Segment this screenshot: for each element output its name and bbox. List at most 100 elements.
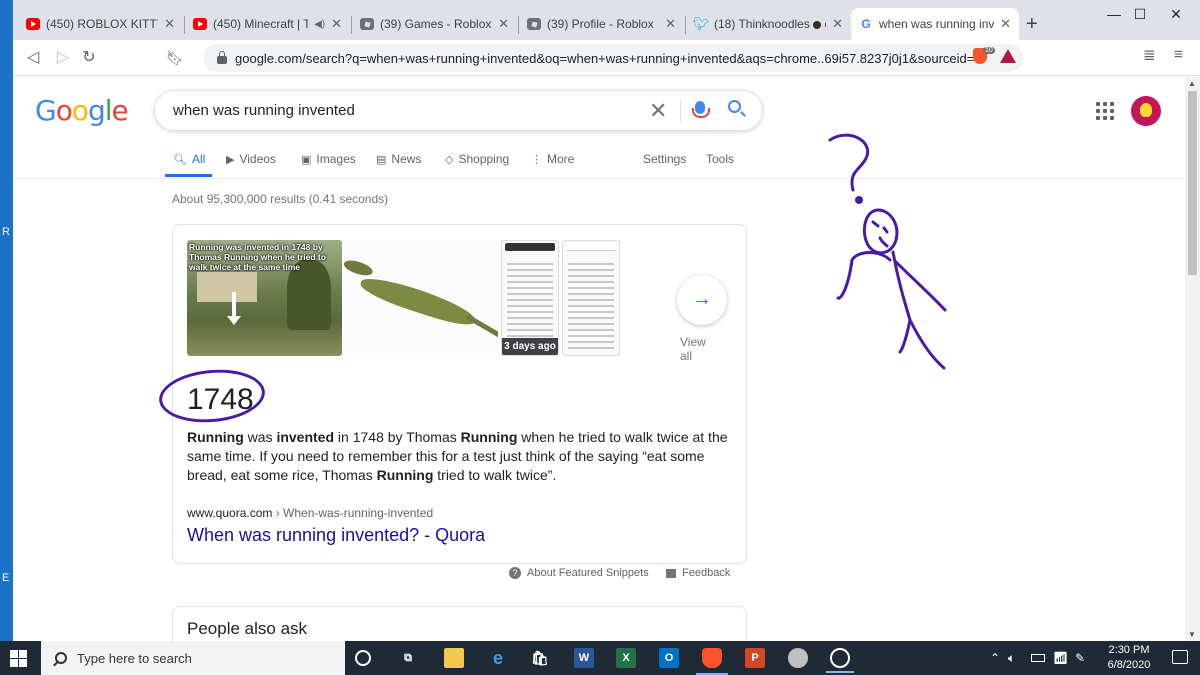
tab-tools[interactable]: Tools (706, 152, 734, 166)
source-citation[interactable]: www.quora.com › When-was-running-invente… (187, 506, 433, 520)
featured-snippet: Running was invented in 1748 by Thomas R… (156, 224, 747, 564)
network-icon[interactable]: 📶︎ (1053, 651, 1068, 665)
excel-icon[interactable]: X (616, 648, 636, 668)
roblox-icon (527, 18, 541, 30)
snippet-keyword: Running (376, 467, 434, 483)
tab-more[interactable]: ⋮ More (531, 152, 574, 166)
view-all-link[interactable]: View all (680, 335, 706, 363)
store-icon[interactable]: 🛍︎ (530, 648, 550, 668)
bookmark-icon[interactable]: 🔖︎ (163, 46, 187, 70)
scroll-up-icon[interactable]: ▲ (1188, 79, 1196, 88)
menu-icon[interactable]: ≡ (1174, 46, 1183, 63)
new-tab-button[interactable]: + (1026, 14, 1038, 34)
pen-icon[interactable]: ✎ (1075, 651, 1085, 665)
volume-icon[interactable]: 🔈︎ (1008, 651, 1015, 666)
apps-grid-icon[interactable] (1096, 102, 1114, 120)
help-icon: ? (509, 567, 521, 579)
word-icon[interactable]: W (574, 648, 594, 668)
windows-taskbar: Type here to search ⧉ e 🛍︎ W X O P ⌃ 🔈︎ … (0, 641, 1200, 675)
cortana-icon[interactable] (355, 650, 371, 666)
screenshot-thumbnail[interactable] (562, 240, 620, 356)
snippet-keyword: Running (187, 429, 244, 445)
scrollbar-thumb[interactable] (1188, 91, 1197, 275)
close-icon[interactable]: ✕ (498, 16, 509, 32)
snippet-run: in 1748 by Thomas (334, 429, 461, 445)
arrow-right-icon[interactable]: → (677, 275, 727, 325)
playlist-icon[interactable]: ≣ (1143, 46, 1156, 64)
avatar[interactable] (1131, 96, 1161, 126)
taskbar-search[interactable]: Type here to search (41, 641, 345, 675)
feedback-link[interactable]: Feedback (666, 567, 730, 579)
about-featured-snippets[interactable]: ? About Featured Snippets (509, 567, 649, 579)
thumbnail-caption: Running was invented in 1748 by Thomas R… (189, 242, 326, 272)
result-stats: About 95,300,000 results (0.41 seconds) (172, 192, 389, 206)
desktop-letter: R (2, 226, 10, 238)
tab-images[interactable]: ▣ Images (301, 152, 356, 166)
tab-settings[interactable]: Settings (643, 152, 686, 166)
tab-roblox-kitty[interactable]: (450) ROBLOX KITTY CHA ✕ (18, 8, 183, 40)
tab-google-search[interactable]: G when was running invent ✕ (851, 8, 1019, 40)
powerpoint-icon[interactable]: P (745, 648, 765, 668)
search-icon: 🔍︎ (173, 153, 187, 166)
tab-label: (450) ROBLOX KITTY CHA (46, 17, 158, 31)
tab-label: when was running invent (879, 17, 995, 31)
google-logo[interactable]: Google (35, 94, 129, 127)
url-text[interactable]: google.com/search?q=when+was+running+inv… (235, 51, 975, 66)
scrollbar[interactable]: ▲ ▼ (1185, 77, 1200, 641)
close-icon[interactable]: ✕ (331, 16, 342, 32)
task-view-icon[interactable]: ⧉ (398, 648, 418, 668)
tag-icon: ◇ (445, 153, 454, 166)
close-icon[interactable]: ✕ (665, 16, 676, 32)
search-box[interactable]: when was running invented ✕ (154, 90, 763, 131)
feedback-icon (666, 568, 676, 578)
show-hidden-icons[interactable]: ⌃ (990, 651, 1000, 665)
tab-all[interactable]: 🔍︎ All (173, 152, 205, 166)
google-icon: G (861, 17, 871, 31)
clear-icon[interactable]: ✕ (649, 98, 667, 124)
tab-news[interactable]: ▤ News (376, 152, 421, 166)
tab-roblox-profile[interactable]: (39) Profile - Roblox ✕ (519, 8, 684, 40)
active-tab-indicator (165, 174, 212, 177)
start-button[interactable] (10, 650, 27, 667)
taskbar-clock[interactable]: 2:30 PM 6/8/2020 (1094, 643, 1164, 673)
file-explorer-icon[interactable] (444, 648, 464, 668)
close-window-button[interactable]: ✕ (1153, 6, 1199, 23)
close-icon[interactable]: ✕ (832, 16, 843, 32)
thumbnail-image[interactable]: Running was invented in 1748 by Thomas R… (187, 240, 342, 356)
people-also-ask-heading: People also ask (187, 619, 308, 638)
forward-button[interactable]: ▷ (51, 46, 75, 70)
tab-videos[interactable]: ▶ Videos (226, 152, 276, 166)
close-icon[interactable]: ✕ (1000, 16, 1011, 32)
desktop-edge: R E (0, 0, 13, 641)
tab-label: (450) Minecraft | TRA (213, 17, 309, 31)
reload-button[interactable]: ↻ (77, 46, 101, 70)
brave-browser-icon[interactable] (696, 648, 728, 675)
brave-rewards-icon[interactable] (1000, 49, 1016, 63)
taskbar-search-placeholder[interactable]: Type here to search (77, 651, 192, 666)
lizard-thumbnail[interactable] (344, 240, 498, 356)
close-icon[interactable]: ✕ (164, 16, 175, 32)
result-link[interactable]: When was running invented? - Quora (187, 525, 485, 546)
clock-date: 6/8/2020 (1107, 659, 1151, 671)
snippet-text: Running was invented in 1748 by Thomas R… (187, 428, 732, 485)
paint-icon[interactable] (788, 648, 808, 668)
tab-roblox-games[interactable]: (39) Games - Roblox ✕ (352, 8, 517, 40)
back-button[interactable]: ◁ (21, 46, 45, 70)
tab-shopping[interactable]: ◇ Shopping (445, 152, 509, 166)
tab-minecraft[interactable]: (450) Minecraft | TRA ◀) ✕ (185, 8, 350, 40)
clock-time: 2:30 PM (1108, 644, 1150, 656)
scroll-down-icon[interactable]: ▼ (1188, 630, 1196, 639)
notification-icon[interactable] (1172, 650, 1188, 664)
edge-icon[interactable]: e (488, 648, 508, 668)
search-icon[interactable] (728, 100, 741, 113)
battery-icon[interactable] (1031, 654, 1045, 662)
desktop-letter: E (2, 572, 10, 584)
outlook-icon[interactable]: O (659, 648, 679, 668)
address-bar[interactable]: google.com/search?q=when+was+running+inv… (203, 44, 1023, 72)
screenshot-thumbnail[interactable]: 3 days ago (501, 240, 559, 356)
microphone-icon[interactable] (692, 101, 710, 118)
snippet-keyword: Running (460, 429, 518, 445)
search-input[interactable]: when was running invented (173, 102, 355, 119)
tab-thinknoodles[interactable]: 🐦︎ (18) Thinknoodles on ✕ (686, 8, 851, 40)
snip-app-icon[interactable] (826, 648, 854, 673)
